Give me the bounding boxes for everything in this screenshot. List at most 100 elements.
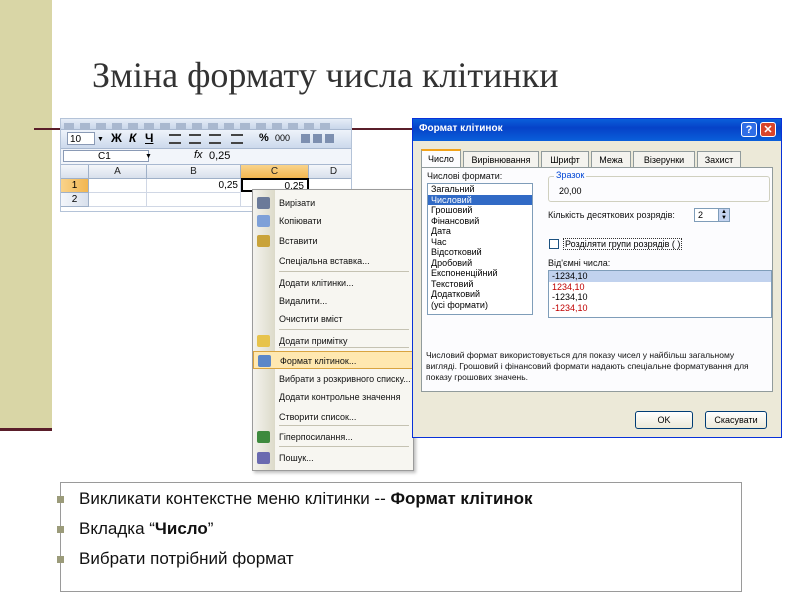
sample-label: Зразок [554,170,587,180]
negative-format-item[interactable]: -1234,10 [549,271,771,282]
context-menu-item-label: Вставити [279,236,318,246]
search-icon [257,452,270,464]
context-menu-item-label: Вибрати з розкривного списку... [279,374,411,384]
chevron-down-icon[interactable]: ▼ [145,153,152,160]
format-list-item[interactable]: Експоненційний [428,268,532,279]
merge-center-icon[interactable] [231,134,243,144]
tab-protection[interactable]: Захист [697,151,741,167]
formula-input[interactable]: 0,25 [209,150,230,162]
cell-a2[interactable] [89,193,147,207]
context-menu-item[interactable]: Додати контрольне значення [253,388,413,406]
font-size-box[interactable]: 10 [67,132,95,145]
negative-numbers-list[interactable]: -1234,10 1234,10 -1234,10 -1234,10 [548,270,772,318]
negative-format-item[interactable]: -1234,10 [549,303,771,314]
format-list-item[interactable]: Грошовий [428,205,532,216]
context-menu-item[interactable]: Копіювати [253,212,413,230]
cell-a1[interactable] [89,179,147,193]
help-button[interactable]: ? [741,122,757,137]
copy-icon [257,215,270,227]
context-menu-item[interactable]: Гіперпосилання... [253,428,413,446]
context-menu-item-label: Додати контрольне значення [279,392,401,402]
format-list-item[interactable]: Час [428,237,532,248]
cell-b2[interactable] [147,193,241,207]
format-list-item[interactable]: Відсотковий [428,247,532,258]
format-list-item[interactable]: Дробовий [428,258,532,269]
decimals-stepper[interactable]: ▲ ▼ [718,208,730,222]
group-separator-checkbox[interactable] [549,239,559,249]
hyperlink-icon [257,431,270,443]
column-header-d[interactable]: D [309,165,351,179]
cell-b1[interactable]: 0,25 [147,179,241,193]
context-menu-item-label: Додати клітинки... [279,278,354,288]
format-list-item[interactable]: Додатковий [428,289,532,300]
chevron-down-icon[interactable]: ▼ [97,136,104,143]
cancel-button[interactable]: Скасувати [705,411,767,429]
align-center-icon[interactable] [189,134,201,144]
context-menu-item[interactable]: Вибрати з розкривного списку... [253,370,413,388]
format-list-item[interactable]: Числовий [428,194,532,205]
format-list-item[interactable]: (усі формати) [428,300,532,311]
context-menu-item[interactable]: Очистити вміст [253,310,413,328]
context-menu-item[interactable]: Спеціальна вставка... [253,252,413,270]
toolbar-icons [301,134,337,146]
format-list-item[interactable]: Фінансовий [428,216,532,227]
context-menu-item[interactable]: Вставити [253,232,413,250]
context-menu-item[interactable]: Вирізати [253,194,413,212]
negative-format-item[interactable]: -1234,10 [549,292,771,303]
context-menu-item-label: Очистити вміст [279,314,343,324]
format-cells-dialog: Формат клітинок ? ✕ Число Вирівнювання Ш… [412,118,782,438]
decimals-label: Кількість десяткових розрядів: [548,210,675,220]
underline-button[interactable]: Ч [145,131,153,145]
tab-font[interactable]: Шрифт [541,151,589,167]
context-menu-item[interactable]: Видалити... [253,292,413,310]
thousands-button[interactable]: 000 [275,133,290,143]
row-header-1[interactable]: 1 [61,179,89,193]
column-header-b[interactable]: B [147,165,241,179]
context-menu: Вирізати Копіювати Вставити Спеціальна вста… [252,189,414,471]
negative-format-item[interactable]: 1234,10 [549,282,771,293]
tab-alignment[interactable]: Вирівнювання [463,151,539,167]
tab-border[interactable]: Межа [591,151,631,167]
context-menu-item[interactable]: Пошук... [253,449,413,467]
standard-toolbar [61,119,351,131]
context-menu-item[interactable]: Створити список... [253,408,413,426]
align-right-icon[interactable] [209,134,221,144]
formatting-toolbar: 10 ▼ Ж К Ч % 000 [61,130,351,149]
context-menu-item[interactable]: Формат клітинок... [253,351,413,369]
tab-number[interactable]: Число [421,149,461,168]
format-list-item[interactable]: Дата [428,226,532,237]
decor-olive-line [0,428,52,431]
bold-button[interactable]: Ж [111,131,122,145]
format-list-item[interactable]: Загальний [428,184,532,195]
column-header-a[interactable]: A [89,165,147,179]
bullet-list: Викликати контекстне меню клітинки -- Фо… [57,482,742,592]
dialog-title-bar: Формат клітинок ? ✕ [413,119,781,141]
indent-icon[interactable] [325,134,334,143]
column-header-c[interactable]: C [241,165,309,179]
format-category-list[interactable]: Загальний Числовий Грошовий Фінансовий Дата Ч… [427,183,533,315]
dialog-title: Формат клітинок [419,123,503,134]
context-menu-item-label: Створити список... [279,412,357,422]
ok-button[interactable]: OK [635,411,693,429]
context-menu-item-label: Формат клітинок... [280,356,357,366]
tab-patterns[interactable]: Візерунки [633,151,695,167]
increase-decimal-icon[interactable] [301,134,310,143]
percent-button[interactable]: % [259,132,269,144]
bullet-text: Вибрати потрібний формат [79,549,294,568]
decor-olive-bar [0,0,52,428]
fx-icon[interactable]: fx [194,149,203,161]
menu-separator [279,271,409,272]
select-all-corner[interactable] [61,165,89,179]
group-separator-label[interactable]: Розділяти групи розрядів ( ) [563,238,683,250]
row-header-2[interactable]: 2 [61,193,89,207]
negative-numbers-label: Від'ємні числа: [548,258,611,268]
context-menu-item-label: Пошук... [279,453,314,463]
context-menu-item[interactable]: Додати клітинки... [253,274,413,292]
context-menu-item[interactable]: Додати примітку [253,332,413,350]
name-box[interactable]: C1 [63,150,149,162]
close-button[interactable]: ✕ [760,122,776,137]
format-list-item[interactable]: Текстовий [428,279,532,290]
italic-button[interactable]: К [129,131,136,145]
align-left-icon[interactable] [169,134,181,144]
decrease-decimal-icon[interactable] [313,134,322,143]
